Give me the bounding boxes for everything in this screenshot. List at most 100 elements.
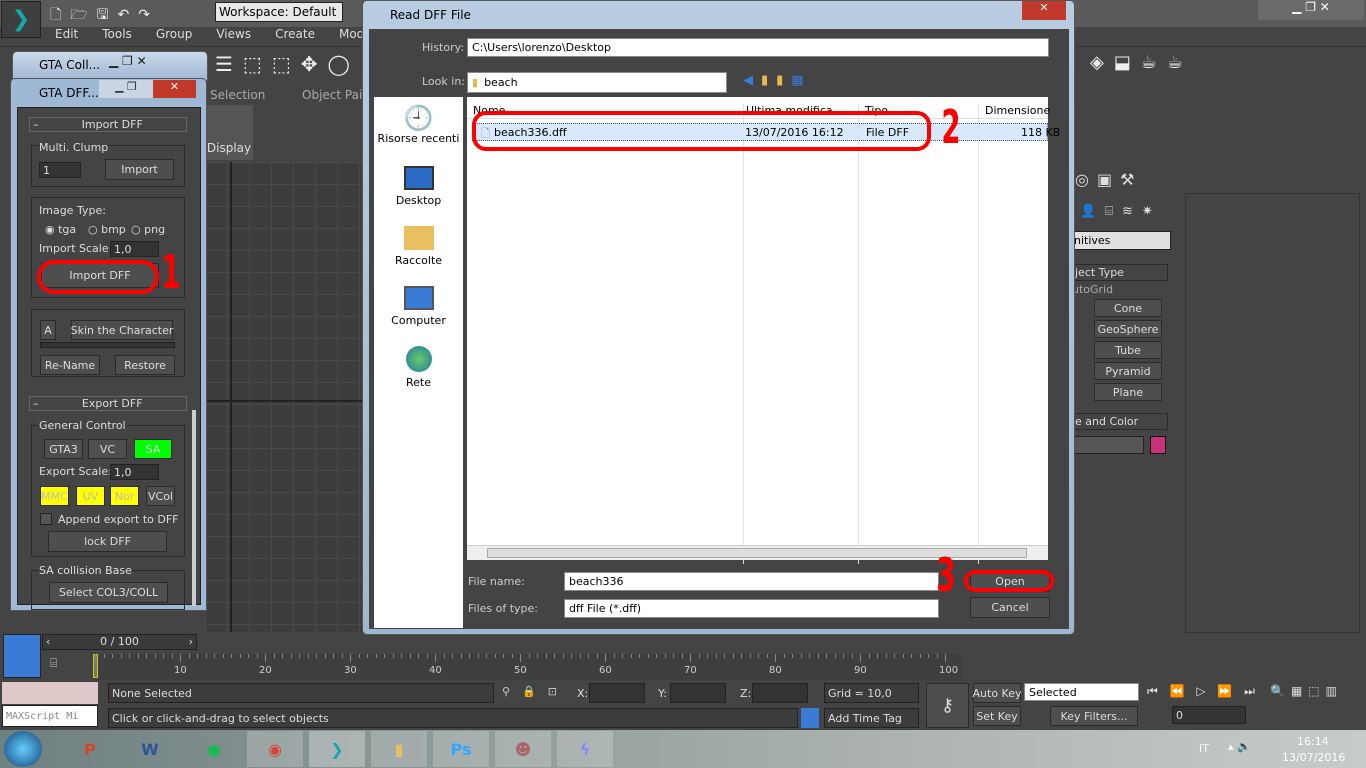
key-mode-dropdown[interactable]: Selected: [1024, 683, 1139, 701]
object-color-swatch[interactable]: [1150, 436, 1166, 454]
history-dropdown[interactable]: C:\Users\lorenzo\Desktop: [467, 38, 1049, 57]
export-scale-spinner[interactable]: 1,0: [110, 464, 159, 480]
primitives-dropdown[interactable]: nitives: [1070, 231, 1171, 250]
taskbar-powerpoint[interactable]: P: [62, 731, 118, 767]
taskbar-photoshop[interactable]: Ps: [433, 731, 489, 767]
place-libraries[interactable]: Raccolte: [374, 226, 463, 267]
nav-icons[interactable]: ◀▮▮▦: [743, 73, 812, 88]
col-size[interactable]: Dimensione: [978, 104, 1050, 564]
isolate-button[interactable]: [801, 708, 819, 728]
taskbar-3dsmax[interactable]: ❯: [309, 731, 365, 767]
window-controls[interactable]: ▁ ❐ ✕: [1258, 0, 1364, 20]
filename-input[interactable]: beach336: [564, 572, 939, 591]
language-indicator[interactable]: IT: [1199, 742, 1209, 755]
create-category-icons[interactable]: 👤⌸≋✷: [1080, 204, 1162, 219]
import-scale-spinner[interactable]: 1,0: [110, 241, 159, 257]
col-modified[interactable]: Ultima modifica: [743, 104, 833, 564]
geosphere-button[interactable]: GeoSphere: [1094, 320, 1162, 338]
current-frame-input[interactable]: 0: [1172, 706, 1246, 724]
navigation-controls[interactable]: 🔍▦⬚▥: [1270, 684, 1343, 698]
select-col-button[interactable]: Select COL3/COLL: [49, 582, 168, 603]
x-coordinate[interactable]: [589, 683, 645, 703]
panel-scrollbar[interactable]: [192, 410, 196, 606]
menu-create[interactable]: Create: [275, 27, 315, 41]
col-type[interactable]: Tipo: [858, 104, 888, 564]
dialog-close-button[interactable]: ✕: [1022, 1, 1066, 20]
clump-spinner[interactable]: 1: [39, 162, 81, 178]
auto-key-button[interactable]: Auto Key: [973, 683, 1022, 703]
cone-button[interactable]: Cone: [1094, 299, 1162, 317]
taskbar-chrome[interactable]: ◉: [247, 731, 303, 767]
key-mode-icon[interactable]: ⚷: [926, 683, 969, 728]
uv-button[interactable]: UV: [76, 486, 105, 506]
select-tools-icons[interactable]: ☰⬚⬚✥◯: [215, 52, 360, 76]
file-list-hscrollbar[interactable]: [467, 545, 1048, 560]
volume-icon[interactable]: ▴ 🔈: [1228, 740, 1251, 753]
import-dff-rollout[interactable]: – Import DFF: [29, 117, 187, 132]
pyramid-button[interactable]: Pyramid: [1094, 362, 1162, 380]
append-checkbox[interactable]: [40, 513, 52, 525]
mmc-button[interactable]: MMC: [40, 486, 69, 506]
menu-edit[interactable]: Edit: [55, 27, 78, 41]
radio-tga[interactable]: ◉ tga: [45, 223, 76, 236]
clock-time[interactable]: 16:14: [1297, 735, 1329, 748]
radio-png[interactable]: ○ png: [131, 223, 165, 236]
skin-character-button[interactable]: Skin the Character: [71, 320, 173, 340]
place-recent[interactable]: 🕘 Risorse recenti: [374, 104, 463, 145]
export-dff-rollout[interactable]: – Export DFF: [29, 396, 187, 411]
place-computer[interactable]: Computer: [374, 286, 463, 327]
render-tools-icons[interactable]: ◈⬓☕☕: [1090, 52, 1193, 73]
taskbar-word[interactable]: W: [122, 731, 178, 767]
key-filters-button[interactable]: Key Filters...: [1050, 706, 1138, 726]
taskbar-spotify[interactable]: ●: [186, 731, 242, 767]
lock-dff-button[interactable]: lock DFF: [48, 531, 167, 552]
place-desktop[interactable]: Desktop: [374, 166, 463, 207]
gta-dff-minimize[interactable]: ▁ ❐: [99, 80, 153, 98]
object-name-input[interactable]: [1072, 436, 1144, 454]
rename-button[interactable]: Re-Name: [40, 355, 100, 375]
cancel-button[interactable]: Cancel: [970, 597, 1050, 618]
gta-dff-close[interactable]: ✕: [153, 80, 196, 98]
clock-date[interactable]: 13/07/2016: [1282, 751, 1345, 764]
taskbar-flash[interactable]: ϟ: [557, 731, 613, 767]
lock-selection-icon[interactable]: ⚲🔒⊡: [502, 685, 569, 698]
a-button[interactable]: A: [40, 320, 56, 340]
place-network[interactable]: Rete: [374, 346, 463, 389]
curve-editor-button[interactable]: ⌸: [50, 656, 57, 671]
ribbon-tab-selection[interactable]: Selection: [210, 88, 265, 102]
maxscript-listener-top[interactable]: [2, 682, 98, 704]
workspace-dropdown[interactable]: Workspace: Default: [215, 2, 343, 22]
add-time-tag[interactable]: Add Time Tag: [824, 708, 919, 728]
menu-views[interactable]: Views: [216, 27, 251, 41]
app-logo-button[interactable]: ❯: [1, 1, 41, 38]
menu-tools[interactable]: Tools: [102, 27, 132, 41]
name-color-rollout[interactable]: e and Color: [1072, 413, 1168, 430]
vcol-button[interactable]: VCol: [146, 486, 175, 506]
display-ribbon-button[interactable]: Display: [205, 105, 253, 160]
nor-button[interactable]: Nor: [110, 486, 139, 506]
plane-button[interactable]: Plane: [1094, 383, 1162, 401]
filetype-dropdown[interactable]: dff File (*.dff): [564, 599, 939, 618]
command-panel-tabs[interactable]: ◎▣⚒: [1075, 170, 1142, 189]
time-slider[interactable]: ‹ 0 / 100 ›: [42, 634, 197, 650]
import-button[interactable]: Import: [105, 159, 174, 180]
radio-bmp[interactable]: ○ bmp: [88, 223, 126, 236]
y-coordinate[interactable]: [670, 683, 726, 703]
taskbar-gta[interactable]: ☻: [495, 731, 551, 767]
track-bar[interactable]: 10 20 30 40 50 60 70 80 90 100: [93, 654, 963, 680]
vc-button[interactable]: VC: [88, 439, 127, 459]
sa-button[interactable]: SA: [134, 439, 172, 459]
viewport-layout-button[interactable]: [3, 634, 41, 678]
object-type-rollout[interactable]: ject Type: [1072, 264, 1168, 281]
gta3-button[interactable]: GTA3: [44, 439, 83, 459]
start-button[interactable]: [4, 731, 42, 767]
tube-button[interactable]: Tube: [1094, 341, 1162, 359]
gta-coll-controls[interactable]: ▁ ❐ ✕: [109, 54, 147, 68]
restore-button[interactable]: Restore: [115, 355, 175, 375]
lookin-dropdown[interactable]: ▮ beach: [467, 72, 727, 93]
playback-controls[interactable]: ⏮ ⏪ ▷ ⏩ ⏭: [1147, 684, 1259, 699]
taskbar-explorer[interactable]: ▮: [371, 731, 427, 767]
z-coordinate[interactable]: [752, 683, 808, 703]
quick-access-icons[interactable]: 🗋🗁🖫↶↷: [50, 4, 159, 28]
ribbon-tab-object-paint[interactable]: Object Pain: [302, 88, 370, 102]
